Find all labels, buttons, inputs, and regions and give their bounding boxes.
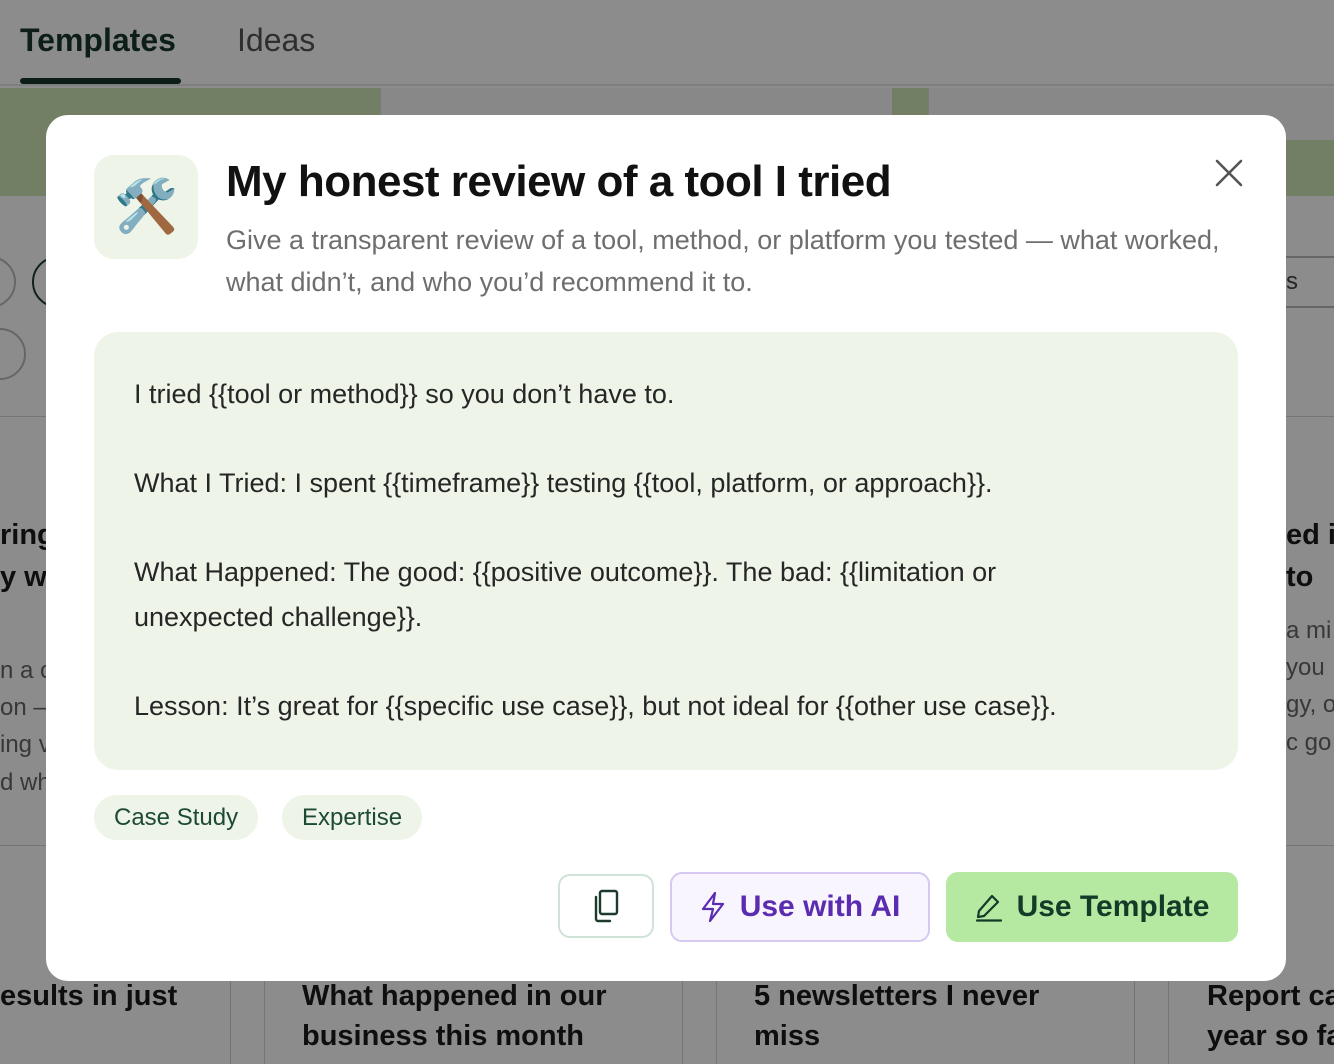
lightning-icon: [701, 891, 724, 923]
template-body: I tried {{tool or method}} so you don’t …: [94, 332, 1238, 770]
template-icon-tile: 🛠️: [94, 155, 198, 259]
close-icon: [1215, 159, 1243, 187]
use-template-button[interactable]: Use Template: [946, 872, 1238, 942]
copy-icon: [594, 889, 619, 923]
template-line: I tried {{tool or method}} so you don’t …: [134, 379, 675, 409]
use-template-label: Use Template: [1016, 890, 1210, 923]
tag-expertise: Expertise: [282, 795, 423, 840]
template-line: What Happened: The good: {{positive outc…: [134, 557, 997, 587]
tag-case-study: Case Study: [94, 795, 259, 840]
modal-title: My honest review of a tool I tried: [226, 157, 892, 206]
template-line: unexpected challenge}}.: [134, 602, 423, 632]
use-with-ai-label: Use with AI: [739, 890, 901, 923]
close-button[interactable]: [1209, 153, 1249, 193]
pencil-icon: [975, 894, 1002, 922]
copy-button[interactable]: [558, 874, 654, 938]
template-line: What I Tried: I spent {{timeframe}} test…: [134, 468, 993, 498]
template-preview-modal: 🛠️ My honest review of a tool I tried Gi…: [46, 115, 1286, 981]
modal-description: Give a transparent review of a tool, met…: [226, 225, 1220, 297]
template-line: Lesson: It’s great for {{specific use ca…: [134, 691, 1057, 721]
hammer-and-wrench-icon: 🛠️: [113, 177, 179, 237]
use-with-ai-button[interactable]: Use with AI: [670, 872, 930, 942]
